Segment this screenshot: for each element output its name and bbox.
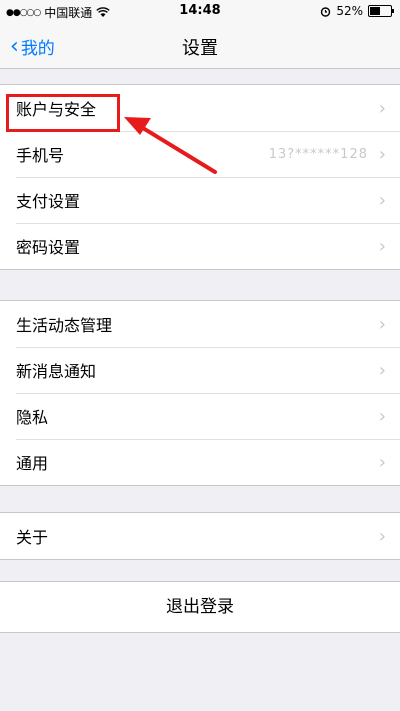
annotation-arrow-icon bbox=[124, 117, 217, 174]
